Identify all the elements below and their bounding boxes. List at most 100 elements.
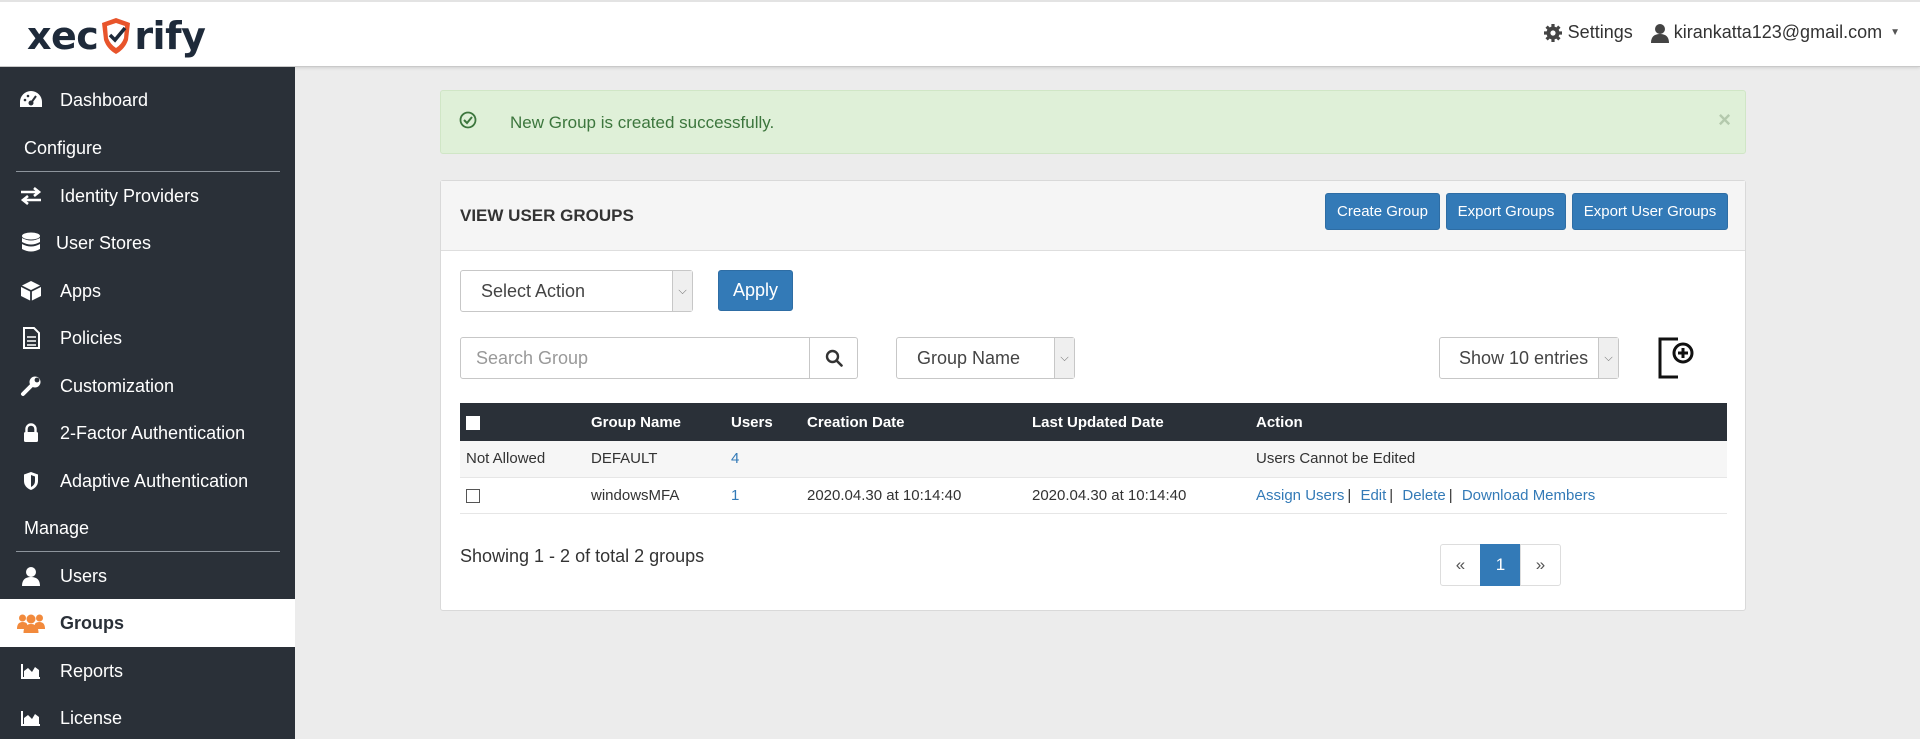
sidebar-item-label: Groups <box>60 612 125 633</box>
sidebar-item-apps[interactable]: Apps <box>0 267 295 315</box>
select-action-value: Select Action <box>481 280 586 301</box>
dashboard-icon <box>17 88 45 112</box>
select-action-dropdown[interactable]: Select Action ⌵ <box>460 270 693 312</box>
entries-value: Show 10 entries <box>1459 347 1589 368</box>
search-input[interactable]: Search Group <box>460 337 810 379</box>
database-icon <box>17 231 45 255</box>
success-alert: New Group is created successfully. × <box>440 90 1746 154</box>
section-manage: Manage <box>24 518 90 538</box>
sidebar-item-2fa[interactable]: 2-Factor Authentication <box>0 409 295 457</box>
delete-link[interactable]: Delete <box>1402 487 1445 504</box>
updated-date-cell <box>1026 441 1250 478</box>
check-circle-icon <box>459 111 477 134</box>
sidebar-item-adaptive-auth[interactable]: Adaptive Authentication <box>0 457 295 505</box>
separator: | <box>1448 486 1453 504</box>
creation-date-cell: 2020.04.30 at 10:14:40 <box>801 477 1026 514</box>
sidebar-item-reports[interactable]: Reports <box>0 647 295 695</box>
assign-users-link[interactable]: Assign Users <box>1256 487 1344 504</box>
filter-field-dropdown[interactable]: Group Name ⌵ <box>896 337 1075 379</box>
sidebar-item-groups[interactable]: Groups <box>0 599 295 647</box>
col-action: Action <box>1256 413 1303 431</box>
download-members-link[interactable]: Download Members <box>1462 487 1595 504</box>
xecurify-logo[interactable]: xec rify <box>27 12 206 60</box>
sidebar-item-label: Dashboard <box>60 89 149 110</box>
sidebar-item-dashboard[interactable]: Dashboard <box>0 76 295 124</box>
pager-prev[interactable]: « <box>1440 544 1481 586</box>
wrench-icon <box>17 374 45 398</box>
close-icon[interactable]: × <box>1718 107 1731 133</box>
sidebar-item-user-stores[interactable]: User Stores <box>0 219 295 267</box>
users-count-link[interactable]: 1 <box>731 487 739 504</box>
search-button[interactable] <box>809 337 858 379</box>
separator: | <box>1389 486 1394 504</box>
logo-text-left: xec <box>27 14 99 58</box>
sidebar-item-license[interactable]: License <box>0 694 295 739</box>
search-icon <box>825 349 843 367</box>
logo-shield-icon <box>99 16 133 56</box>
exchange-icon <box>17 184 45 208</box>
sidebar-item-identity-providers[interactable]: Identity Providers <box>0 172 295 220</box>
chevron-down-icon: ⌵ <box>1054 338 1074 378</box>
filter-field-value: Group Name <box>917 347 1021 368</box>
sidebar-item-label: Policies <box>60 327 123 348</box>
users-count-link[interactable]: 4 <box>731 450 739 467</box>
row-checkbox[interactable] <box>466 488 480 503</box>
settings-link[interactable]: Settings <box>1543 22 1633 43</box>
area-chart-icon <box>17 706 45 730</box>
col-last-updated-date: Last Updated Date <box>1032 413 1164 431</box>
logo-text-right: rify <box>134 14 206 58</box>
sidebar-item-label: User Stores <box>56 232 152 253</box>
pager-page-1[interactable]: 1 <box>1480 544 1521 586</box>
updated-date-cell: 2020.04.30 at 10:14:40 <box>1026 477 1250 514</box>
chevron-down-icon: ⌵ <box>1598 338 1618 378</box>
alert-message: New Group is created successfully. <box>510 113 775 132</box>
create-group-button[interactable]: Create Group <box>1325 193 1440 230</box>
export-groups-button[interactable]: Export Groups <box>1446 193 1566 230</box>
panel-title: VIEW USER GROUPS <box>460 206 634 225</box>
sidebar-item-label: License <box>60 707 123 728</box>
export-user-groups-button[interactable]: Export User Groups <box>1572 193 1728 230</box>
table-row: Not Allowed DEFAULT 4 Users Cannot be Ed… <box>460 441 1727 478</box>
select-all-checkbox[interactable] <box>466 415 480 430</box>
col-creation-date: Creation Date <box>807 413 905 431</box>
col-group-name: Group Name <box>591 413 682 431</box>
user-icon <box>1650 23 1669 43</box>
user-groups-panel: VIEW USER GROUPS Create Group Export Gro… <box>440 180 1746 611</box>
sidebar-item-label: Apps <box>60 280 102 301</box>
showing-summary: Showing 1 - 2 of total 2 groups <box>460 546 705 566</box>
sidebar: Dashboard Configure Identity Providers U… <box>0 67 295 739</box>
settings-label: Settings <box>1567 22 1633 42</box>
sidebar-item-customization[interactable]: Customization <box>0 362 295 410</box>
action-cell: Assign Users | Edit | Delete | Download Mem… <box>1250 477 1727 514</box>
user-menu[interactable]: kirankatta123@gmail.com ▼ <box>1650 22 1900 43</box>
sidebar-item-users[interactable]: Users <box>0 552 295 600</box>
group-name-cell: DEFAULT <box>585 441 725 478</box>
chevron-down-icon: ⌵ <box>672 271 692 311</box>
entries-dropdown[interactable]: Show 10 entries ⌵ <box>1439 337 1619 379</box>
sidebar-item-label: Users <box>60 565 108 586</box>
document-icon <box>17 326 45 350</box>
panel-header: VIEW USER GROUPS Create Group Export Gro… <box>441 181 1745 251</box>
top-header: xec rify Settings kirankatta123@gmail.co… <box>0 0 1920 67</box>
lock-icon <box>17 421 45 445</box>
users-icon <box>17 611 45 635</box>
add-group-file-icon[interactable] <box>1656 336 1696 385</box>
pager-next[interactable]: » <box>1520 544 1561 586</box>
row-check-text: Not Allowed <box>460 441 585 478</box>
pagination: « 1 » <box>1440 544 1561 586</box>
shield-icon <box>17 469 45 493</box>
table-row: windowsMFA 1 2020.04.30 at 10:14:40 2020… <box>460 477 1727 514</box>
edit-link[interactable]: Edit <box>1360 487 1386 504</box>
table-header-row: Group Name Users Creation Date Last Upda… <box>460 403 1727 441</box>
cube-icon <box>17 279 45 303</box>
gear-icon <box>1543 23 1562 42</box>
user-icon <box>17 564 45 588</box>
creation-date-cell <box>801 441 1026 478</box>
group-name-cell: windowsMFA <box>585 477 725 514</box>
apply-button[interactable]: Apply <box>718 270 793 311</box>
sidebar-item-label: 2-Factor Authentication <box>60 422 246 443</box>
sidebar-item-policies[interactable]: Policies <box>0 314 295 362</box>
sidebar-item-label: Identity Providers <box>60 185 200 206</box>
sidebar-item-label: Customization <box>60 375 175 396</box>
groups-table: Group Name Users Creation Date Last Upda… <box>460 403 1727 514</box>
